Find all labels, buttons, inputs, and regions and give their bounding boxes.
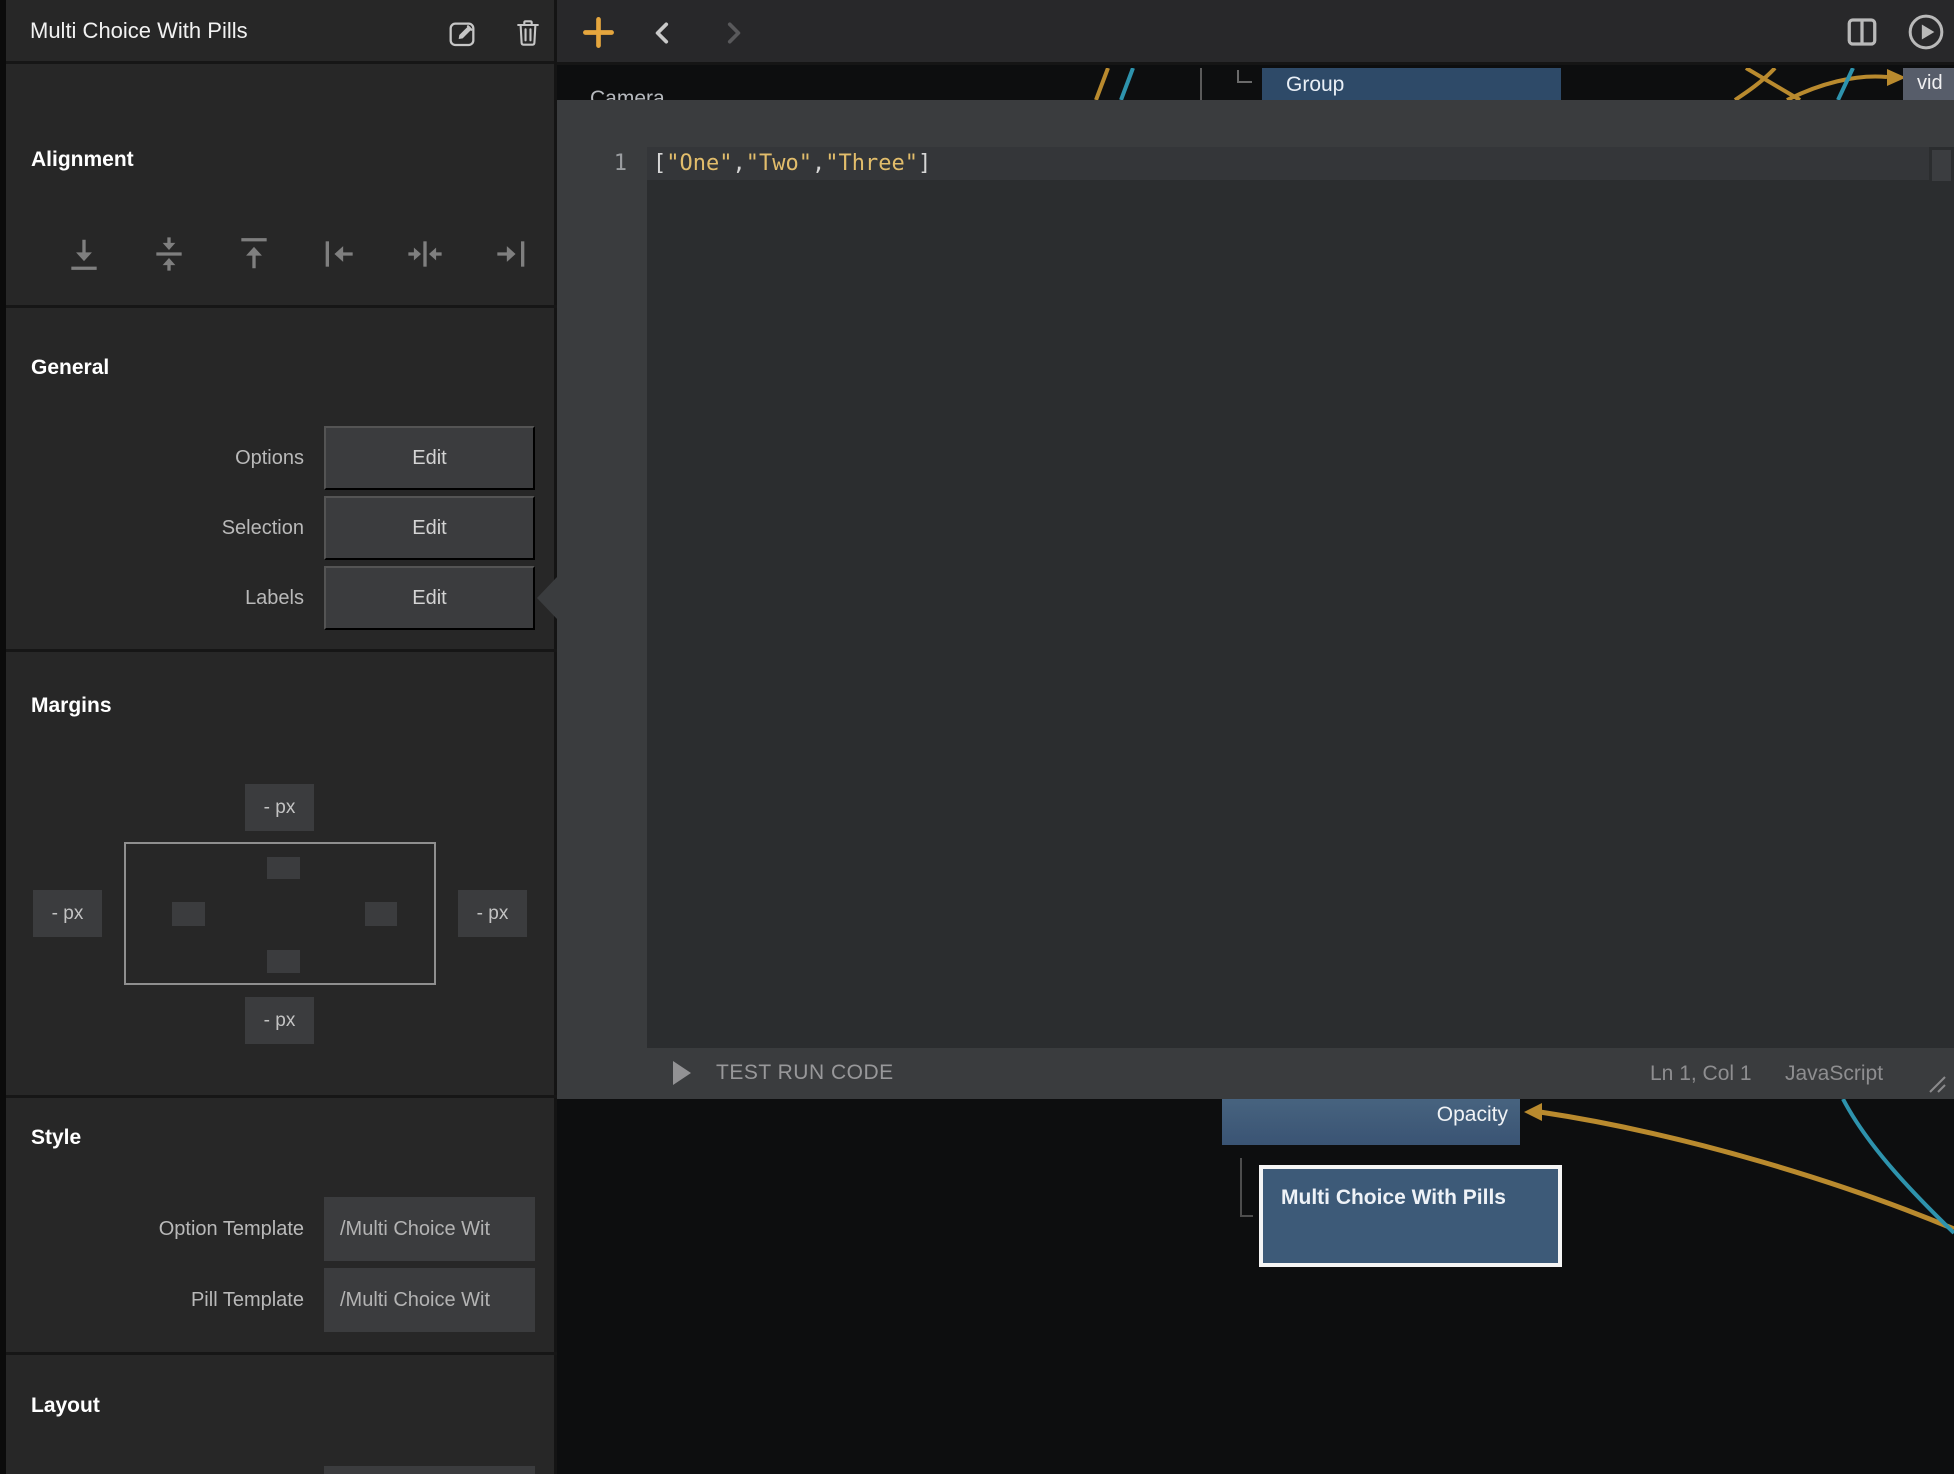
pill-template-field[interactable]: /Multi Choice Wit (324, 1268, 535, 1332)
node-vid[interactable]: vid (1903, 68, 1954, 100)
selection-label: Selection (6, 517, 304, 540)
test-run-code-button[interactable]: TEST RUN CODE (672, 1060, 894, 1086)
editor-scrollbar (1929, 147, 1954, 1048)
align-horizontal-center-icon[interactable] (403, 228, 447, 280)
panel-title: Multi Choice With Pills (30, 18, 248, 44)
cursor-position: Ln 1, Col 1 (1650, 1062, 1752, 1086)
option-template-label: Option Template (6, 1218, 304, 1241)
labels-edit-button[interactable]: Edit (324, 566, 535, 630)
rename-pencil-icon[interactable] (446, 17, 478, 49)
properties-panel: Multi Choice With Pills Alignment (6, 0, 557, 1474)
section-divider (6, 305, 557, 308)
section-divider (6, 1352, 557, 1355)
margins-section-label: Margins (31, 694, 112, 718)
padding-left-handle (172, 902, 205, 926)
margin-bottom-field[interactable]: - px (245, 997, 314, 1044)
align-left-icon[interactable] (318, 228, 362, 280)
style-section-label: Style (31, 1126, 81, 1150)
options-label: Options (6, 447, 304, 470)
options-edit-button[interactable]: Edit (324, 426, 535, 490)
node-opacity[interactable]: Opacity (1222, 1099, 1520, 1145)
code-token: , (812, 151, 825, 176)
code-token: [ (653, 151, 666, 176)
scrollbar-thumb[interactable] (1932, 150, 1951, 181)
alignment-toolbar (62, 226, 532, 282)
connection-wires (557, 68, 1954, 100)
code-token: "Three" (825, 151, 918, 176)
node-canvas-bottom: Opacity Multi Choice With Pills (557, 1099, 1954, 1474)
margin-left-field[interactable]: - px (33, 890, 102, 937)
hierarchy-bracket (1240, 1158, 1253, 1217)
alignment-section-label: Alignment (31, 148, 134, 172)
padding-bottom-handle (267, 950, 300, 973)
trash-icon[interactable] (513, 17, 545, 49)
run-preview-icon[interactable] (1906, 12, 1946, 57)
margin-diagram-box (124, 842, 436, 985)
node-opacity-label: Opacity (1437, 1103, 1508, 1127)
node-canvas-top: Camera Group vid (557, 68, 1954, 100)
general-section-label: General (31, 356, 109, 380)
resize-grip-icon[interactable] (1920, 1075, 1946, 1098)
align-vertical-center-icon[interactable] (147, 228, 191, 280)
panel-header: Multi Choice With Pills (6, 0, 554, 64)
split-view-icon[interactable] (1845, 15, 1879, 54)
test-run-code-label: TEST RUN CODE (716, 1061, 894, 1085)
language-label: JavaScript (1785, 1062, 1883, 1086)
node-multi-choice-with-pills[interactable]: Multi Choice With Pills (1259, 1165, 1562, 1267)
align-right-icon[interactable] (488, 228, 532, 280)
play-icon (672, 1060, 692, 1086)
popup-anchor-caret (537, 577, 557, 619)
code-area[interactable] (647, 147, 1929, 1048)
padding-top-handle (267, 857, 300, 879)
canvas-toolbar (557, 0, 1954, 65)
code-token: "Two" (746, 151, 812, 176)
node-group[interactable]: Group (1262, 68, 1561, 100)
code-editor-popup: 1 ["One","Two","Three"] TEST RUN CODE Ln… (557, 100, 1954, 1099)
editor-status-bar: TEST RUN CODE Ln 1, Col 1 JavaScript (557, 1048, 1954, 1099)
code-line[interactable]: ["One","Two","Three"] (653, 151, 931, 176)
pill-template-label: Pill Template (6, 1289, 304, 1312)
section-divider (6, 1095, 557, 1098)
node-camera[interactable]: Camera (590, 87, 665, 100)
add-node-icon[interactable] (581, 15, 616, 55)
labels-label: Labels (6, 587, 304, 610)
margin-right-field[interactable]: - px (458, 890, 527, 937)
option-template-field[interactable]: /Multi Choice Wit (324, 1197, 535, 1261)
padding-right-handle (365, 902, 397, 926)
margin-top-field[interactable]: - px (245, 784, 314, 831)
code-token: , (732, 151, 745, 176)
code-token: ] (918, 151, 931, 176)
code-token: "One" (666, 151, 732, 176)
align-top-icon[interactable] (232, 228, 276, 280)
line-number: 1 (557, 151, 627, 176)
back-icon[interactable] (650, 19, 676, 52)
connection-wires (557, 1099, 1954, 1474)
align-bottom-icon[interactable] (62, 228, 106, 280)
forward-icon[interactable] (720, 19, 746, 52)
section-divider (6, 649, 557, 652)
layout-field-partial[interactable] (324, 1466, 535, 1474)
layout-section-label: Layout (31, 1394, 100, 1418)
selection-edit-button[interactable]: Edit (324, 496, 535, 560)
